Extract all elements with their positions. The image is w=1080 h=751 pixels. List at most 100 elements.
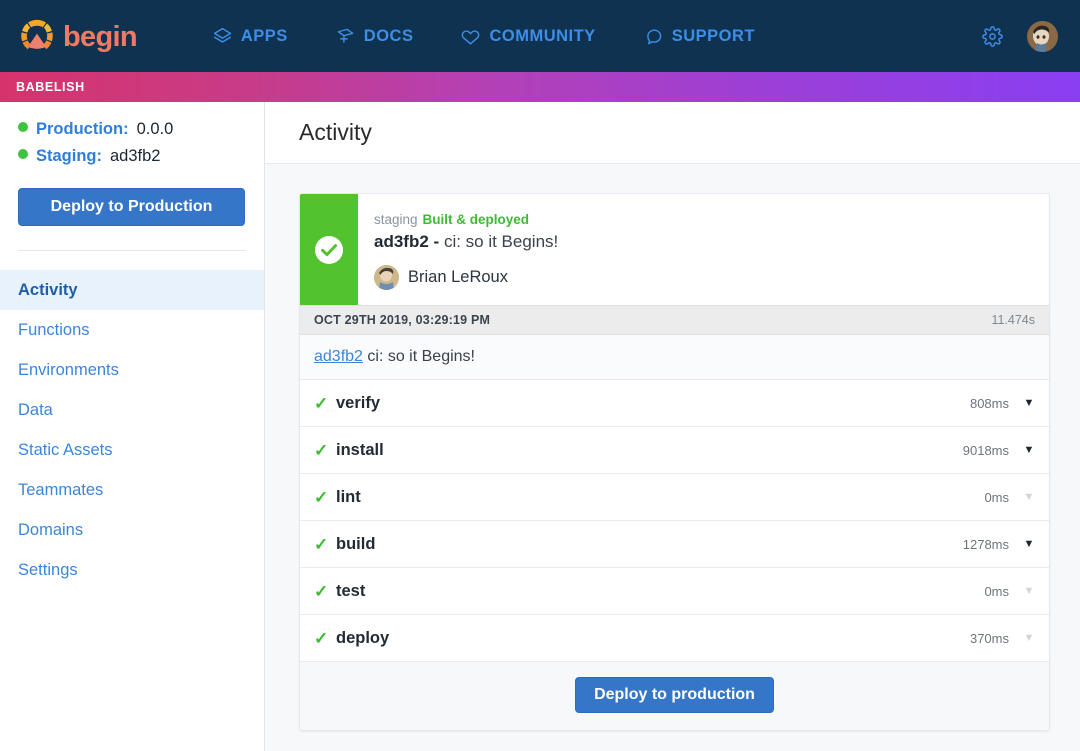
deploy-to-production-footer-button[interactable]: Deploy to production	[575, 677, 774, 713]
check-icon: ✓	[314, 487, 329, 507]
check-circle-icon	[314, 235, 344, 265]
commit-sha: ad3fb2	[374, 232, 429, 251]
layers-icon	[213, 27, 232, 46]
build-meta-line: staging Built & deployed	[374, 211, 1033, 228]
sidebar-divider	[18, 250, 246, 251]
brand-home-link[interactable]: begin	[18, 17, 138, 55]
commit-author: Brian LeRoux	[374, 265, 1033, 290]
build-step-verify[interactable]: ✓ verify 808ms ▼	[300, 380, 1049, 427]
status-dot-icon	[18, 149, 28, 159]
commit-message-row: ad3fb2 ci: so it Begins!	[300, 335, 1049, 380]
sidebar-nav: Activity Functions Environments Data Sta…	[0, 270, 264, 590]
book-icon	[336, 27, 355, 46]
sidebar-item-teammates[interactable]: Teammates	[0, 470, 264, 510]
author-avatar	[374, 265, 399, 290]
activity-card: staging Built & deployed ad3fb2 - ci: so …	[299, 193, 1050, 731]
page-shell: Production: 0.0.0 Staging: ad3fb2 Deploy…	[0, 102, 1080, 751]
build-environment-label: staging	[374, 212, 418, 227]
env-value-staging: ad3fb2	[110, 147, 161, 165]
app-context-bar: BABELISH	[0, 72, 1080, 102]
check-icon: ✓	[314, 628, 329, 648]
build-step-name: lint	[336, 487, 361, 506]
build-total-duration: 11.474s	[991, 313, 1035, 327]
env-status-staging: Staging: ad3fb2	[18, 143, 246, 169]
heart-icon	[461, 27, 480, 46]
chevron-down-icon[interactable]: ▼	[1023, 444, 1035, 456]
build-step-install[interactable]: ✓ install 9018ms ▼	[300, 427, 1049, 474]
nav-item-support-label: SUPPORT	[671, 26, 755, 45]
chevron-down-icon: ▼	[1023, 631, 1035, 644]
build-step-deploy[interactable]: ✓ deploy 370ms ▼	[300, 615, 1049, 662]
main-header: Activity	[265, 102, 1080, 164]
page-title: Activity	[299, 119, 372, 145]
build-step-duration: 1278ms	[962, 536, 1009, 552]
sidebar-item-activity[interactable]: Activity	[0, 270, 264, 310]
primary-nav: APPS DOCS COMMUNITY SUPPORT	[189, 19, 779, 54]
environment-status-list: Production: 0.0.0 Staging: ad3fb2	[0, 116, 264, 169]
check-icon: ✓	[314, 440, 329, 460]
sidebar-item-functions[interactable]: Functions	[0, 310, 264, 350]
build-timestamp-bar: OCT 29TH 2019, 03:29:19 PM 11.474s	[300, 305, 1049, 335]
check-icon: ✓	[314, 581, 329, 601]
env-label-production: Production:	[36, 120, 129, 138]
sidebar: Production: 0.0.0 Staging: ad3fb2 Deploy…	[0, 102, 265, 751]
build-step-duration: 0ms	[984, 489, 1009, 505]
commit-message: ci: so it Begins!	[443, 232, 559, 251]
sidebar-item-data[interactable]: Data	[0, 390, 264, 430]
build-step-name: build	[336, 534, 376, 553]
env-value-production: 0.0.0	[136, 120, 174, 138]
app-name-label: BABELISH	[16, 80, 85, 94]
build-step-duration: 9018ms	[962, 442, 1009, 458]
env-status-production: Production: 0.0.0	[18, 116, 246, 142]
commit-message-text: ci: so it Begins!	[367, 348, 475, 365]
nav-item-apps[interactable]: APPS	[189, 19, 312, 54]
build-step-duration: 370ms	[969, 630, 1009, 646]
nav-item-community-label: COMMUNITY	[489, 26, 596, 45]
nav-item-docs-label: DOCS	[363, 26, 414, 45]
build-step-build[interactable]: ✓ build 1278ms ▼	[300, 521, 1049, 568]
sidebar-item-settings[interactable]: Settings	[0, 550, 264, 590]
build-timestamp: OCT 29TH 2019, 03:29:19 PM	[314, 313, 491, 327]
commit-headline: ad3fb2 - ci: so it Begins!	[374, 230, 1033, 254]
build-step-name: install	[336, 440, 384, 459]
activity-card-footer: Deploy to production	[300, 662, 1049, 730]
nav-right-group	[980, 0, 1058, 72]
nav-item-support[interactable]: SUPPORT	[620, 19, 779, 54]
nav-item-community[interactable]: COMMUNITY	[437, 19, 619, 54]
commit-sha-link[interactable]: ad3fb2	[314, 348, 363, 365]
build-step-duration: 0ms	[984, 583, 1009, 599]
nav-item-docs[interactable]: DOCS	[312, 19, 438, 54]
commit-author-name: Brian LeRoux	[408, 268, 508, 286]
build-step-name: test	[336, 581, 366, 600]
activity-card-summary: staging Built & deployed ad3fb2 - ci: so …	[358, 194, 1049, 305]
check-icon: ✓	[314, 534, 329, 554]
main-content: Activity staging Built & deployed ad3fb2…	[265, 102, 1080, 751]
sidebar-item-environments[interactable]: Environments	[0, 350, 264, 390]
nav-item-apps-label: APPS	[240, 26, 288, 45]
status-dot-icon	[18, 122, 28, 132]
build-step-duration: 808ms	[969, 395, 1009, 411]
build-state-label: Built & deployed	[422, 212, 530, 227]
build-status-flag	[300, 194, 358, 305]
activity-list: staging Built & deployed ad3fb2 - ci: so …	[265, 164, 1080, 751]
gear-icon[interactable]	[980, 24, 1005, 49]
sidebar-item-static-assets[interactable]: Static Assets	[0, 430, 264, 470]
begin-logo-icon	[18, 17, 56, 55]
build-step-name: verify	[336, 393, 381, 412]
build-step-test[interactable]: ✓ test 0ms ▼	[300, 568, 1049, 615]
avatar[interactable]	[1027, 20, 1058, 52]
top-navigation-bar: begin APPS DOCS COMMUNITY SUPPORT	[0, 0, 1080, 72]
build-step-name: deploy	[336, 628, 390, 647]
chevron-down-icon[interactable]: ▼	[1023, 397, 1035, 409]
deploy-to-production-button[interactable]: Deploy to Production	[18, 188, 245, 226]
activity-card-header: staging Built & deployed ad3fb2 - ci: so …	[300, 194, 1049, 305]
chevron-down-icon: ▼	[1023, 490, 1035, 503]
build-step-lint[interactable]: ✓ lint 0ms ▼	[300, 474, 1049, 521]
chevron-down-icon: ▼	[1023, 584, 1035, 597]
env-label-staging: Staging:	[36, 147, 102, 165]
check-icon: ✓	[314, 393, 329, 413]
chevron-down-icon[interactable]: ▼	[1023, 538, 1035, 550]
brand-wordmark: begin	[63, 20, 138, 53]
sidebar-item-domains[interactable]: Domains	[0, 510, 264, 550]
chat-bubble-icon	[644, 27, 663, 46]
